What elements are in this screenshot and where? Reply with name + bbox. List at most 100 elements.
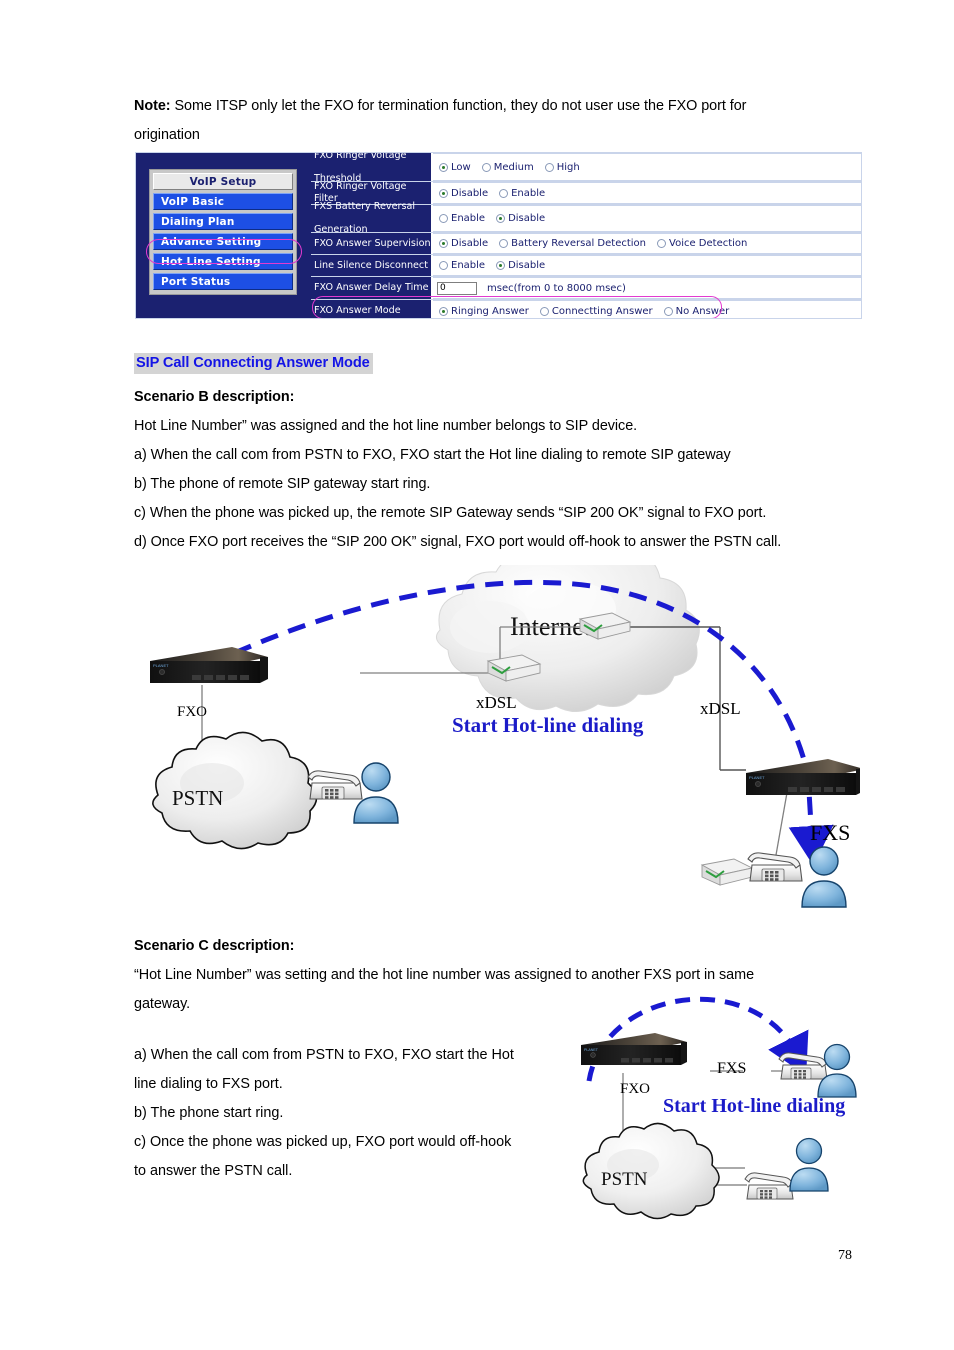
page-title: SIP Call Connecting Answer Mode	[134, 353, 373, 374]
radio-label: Low	[451, 161, 471, 173]
xdsl-label-right: xDSL	[700, 699, 741, 718]
telephone-left-icon	[307, 770, 363, 800]
scenario-c-step-a-line2: line dialing to FXS port.	[134, 1076, 283, 1092]
radio-icon[interactable]	[439, 261, 448, 270]
scenario-b-step-a: a) When the call com from PSTN to FXO, F…	[134, 447, 731, 463]
radio-option-connectting-answer[interactable]: Connectting Answer	[539, 305, 653, 317]
setting-value: Enable Disable	[433, 205, 861, 232]
voip-gateway-icon-c: PLANET	[581, 1033, 687, 1065]
setting-row-fxo-answer-mode: FXO Answer Mode Ringing Answer Connectti…	[311, 300, 861, 318]
radio-icon[interactable]	[544, 162, 554, 172]
xdsl-label-left: xDSL	[476, 693, 517, 712]
radio-option-voice-detection[interactable]: Voice Detection	[657, 238, 747, 249]
scenario-c-step-a-line1: a) When the call com from PSTN to FXO, F…	[134, 1047, 514, 1063]
telephone-fxs-icon-c	[778, 1052, 828, 1080]
setting-label: FXO Answer Delay Time	[311, 277, 433, 299]
radio-option-battery-reversal-detection[interactable]: Battery Reversal Detection	[499, 238, 646, 249]
setting-value: msec(from 0 to 8000 msec)	[433, 277, 861, 299]
svg-text:PLANET: PLANET	[153, 663, 169, 668]
radio-label: Ringing Answer	[451, 305, 529, 317]
radio-option-disable[interactable]: Disable	[439, 188, 488, 199]
radio-icon[interactable]	[663, 306, 673, 316]
note-prefix: Note:	[134, 98, 171, 114]
pstn-label-b: PSTN	[172, 786, 223, 810]
radio-icon[interactable]	[439, 188, 448, 198]
sidebar-item-voip-basic[interactable]: VoIP Basic	[153, 193, 293, 210]
scenario-c-step-b: b) The phone start ring.	[134, 1105, 284, 1121]
telephone-bottom-icon-c	[744, 1172, 794, 1200]
svg-text:PLANET: PLANET	[584, 1048, 599, 1052]
scenario-b-step-b: b) The phone of remote SIP gateway start…	[134, 476, 431, 492]
setting-label: Line Silence Disconnect	[311, 255, 433, 276]
radio-icon[interactable]	[439, 306, 448, 316]
radio-icon[interactable]	[481, 162, 491, 172]
radio-option-no-answer[interactable]: No Answer	[663, 305, 730, 317]
fxo-answer-delay-time-input[interactable]	[437, 281, 477, 295]
scenario-c-step-c-line1: c) Once the phone was picked up, FXO por…	[134, 1134, 512, 1150]
radio-label: Enable	[451, 260, 486, 271]
setting-value: Ringing Answer Connectting Answer No Ans…	[433, 300, 861, 318]
radio-option-enable[interactable]: Enable	[499, 188, 545, 199]
setting-row-fxs-battery-reversal-generation: FXS Battery Reversal Generation Enable D…	[311, 201, 861, 235]
setting-value: Enable Disable	[433, 255, 861, 276]
radio-option-high[interactable]: High	[544, 161, 580, 173]
router-web-ui-screenshot: VoIP Setup VoIP Basic Dialing Plan Advan…	[135, 152, 862, 319]
scenario-c-network-diagram: PLANET PSTN FXO FXS Start Hot-line diali…	[575, 985, 875, 1220]
note-paragraph-line2: origination	[134, 127, 200, 143]
user-right-icon	[801, 846, 847, 908]
setting-row-line-silence-disconnect: Line Silence Disconnect Enable Disable	[311, 255, 861, 277]
scenario-c-title: Scenario C description:	[134, 938, 295, 954]
radio-icon[interactable]	[496, 261, 506, 270]
radio-option-disable[interactable]: Disable	[496, 213, 545, 224]
radio-option-medium[interactable]: Medium	[481, 162, 534, 173]
scenario-b-title: Scenario B description:	[134, 389, 295, 405]
setting-row-fxo-answer-delay-time: FXO Answer Delay Time msec(from 0 to 800…	[311, 277, 861, 300]
voip-setup-sidebar: VoIP Setup VoIP Basic Dialing Plan Advan…	[136, 153, 311, 318]
radio-label: Battery Reversal Detection	[511, 238, 647, 249]
radio-option-enable[interactable]: Enable	[439, 213, 485, 224]
radio-label: Enable	[451, 213, 486, 224]
fxo-label-b: FXO	[177, 704, 208, 720]
sidebar-item-hot-line-setting[interactable]: Hot Line Setting	[153, 253, 293, 270]
radio-icon[interactable]	[539, 306, 549, 316]
setting-value: Disable Enable	[433, 182, 861, 204]
radio-label: Connectting Answer	[551, 305, 653, 317]
radio-icon[interactable]	[499, 239, 509, 248]
setting-label: FXS Battery Reversal Generation	[311, 201, 433, 235]
radio-icon[interactable]	[439, 239, 448, 248]
svg-text:PLANET: PLANET	[749, 775, 765, 780]
fxs-label-c: FXS	[717, 1060, 747, 1077]
telephone-right-icon	[747, 852, 803, 882]
radio-icon[interactable]	[499, 188, 509, 198]
note-paragraph: Note: Some ITSP only let the FXO for ter…	[134, 92, 864, 121]
radio-icon[interactable]	[439, 214, 448, 223]
radio-icon[interactable]	[657, 239, 667, 248]
radio-option-disable[interactable]: Disable	[496, 260, 545, 271]
page-number: 78	[838, 1248, 852, 1263]
setting-label: FXO Ringer Voltage Threshold	[311, 153, 433, 184]
radio-option-enable[interactable]: Enable	[439, 260, 485, 271]
setting-row-fxo-answer-supervision: FXO Answer Supervision Disable Battery R…	[311, 233, 861, 255]
radio-option-ringing-answer[interactable]: Ringing Answer	[439, 306, 529, 317]
sidebar-item-dialing-plan[interactable]: Dialing Plan	[153, 213, 293, 230]
radio-icon[interactable]	[439, 162, 448, 172]
scenario-b-intro: Hot Line Number” was assigned and the ho…	[134, 418, 638, 434]
radio-label: Voice Detection	[669, 238, 748, 249]
sidebar-item-advance-setting[interactable]: Advance Setting	[153, 233, 293, 250]
voip-gateway-left-icon: PLANET	[150, 647, 268, 683]
radio-label: No Answer	[675, 305, 730, 317]
radio-icon[interactable]	[496, 214, 506, 223]
radio-label: Disable	[508, 260, 546, 271]
radio-option-disable[interactable]: Disable	[439, 238, 488, 249]
callout-start-hotline-dialing-c: Start Hot-line dialing	[663, 1095, 846, 1117]
radio-label: Enable	[511, 187, 546, 199]
scenario-b-step-d: d) Once FXO port receives the “SIP 200 O…	[134, 534, 782, 550]
sidebar-item-port-status[interactable]: Port Status	[153, 273, 293, 290]
scenario-c-step-c-line2: to answer the PSTN call.	[134, 1163, 293, 1179]
radio-option-low[interactable]: Low	[439, 162, 471, 173]
radio-label: High	[556, 161, 580, 173]
setting-row-fxo-ringer-voltage-threshold: FXO Ringer Voltage Threshold Low Medium …	[311, 153, 861, 184]
voip-gateway-right-icon: PLANET	[746, 759, 864, 795]
setting-value: Disable Battery Reversal Detection Voice…	[433, 233, 861, 254]
label-line-1: FXS Battery Reversal	[314, 201, 415, 213]
